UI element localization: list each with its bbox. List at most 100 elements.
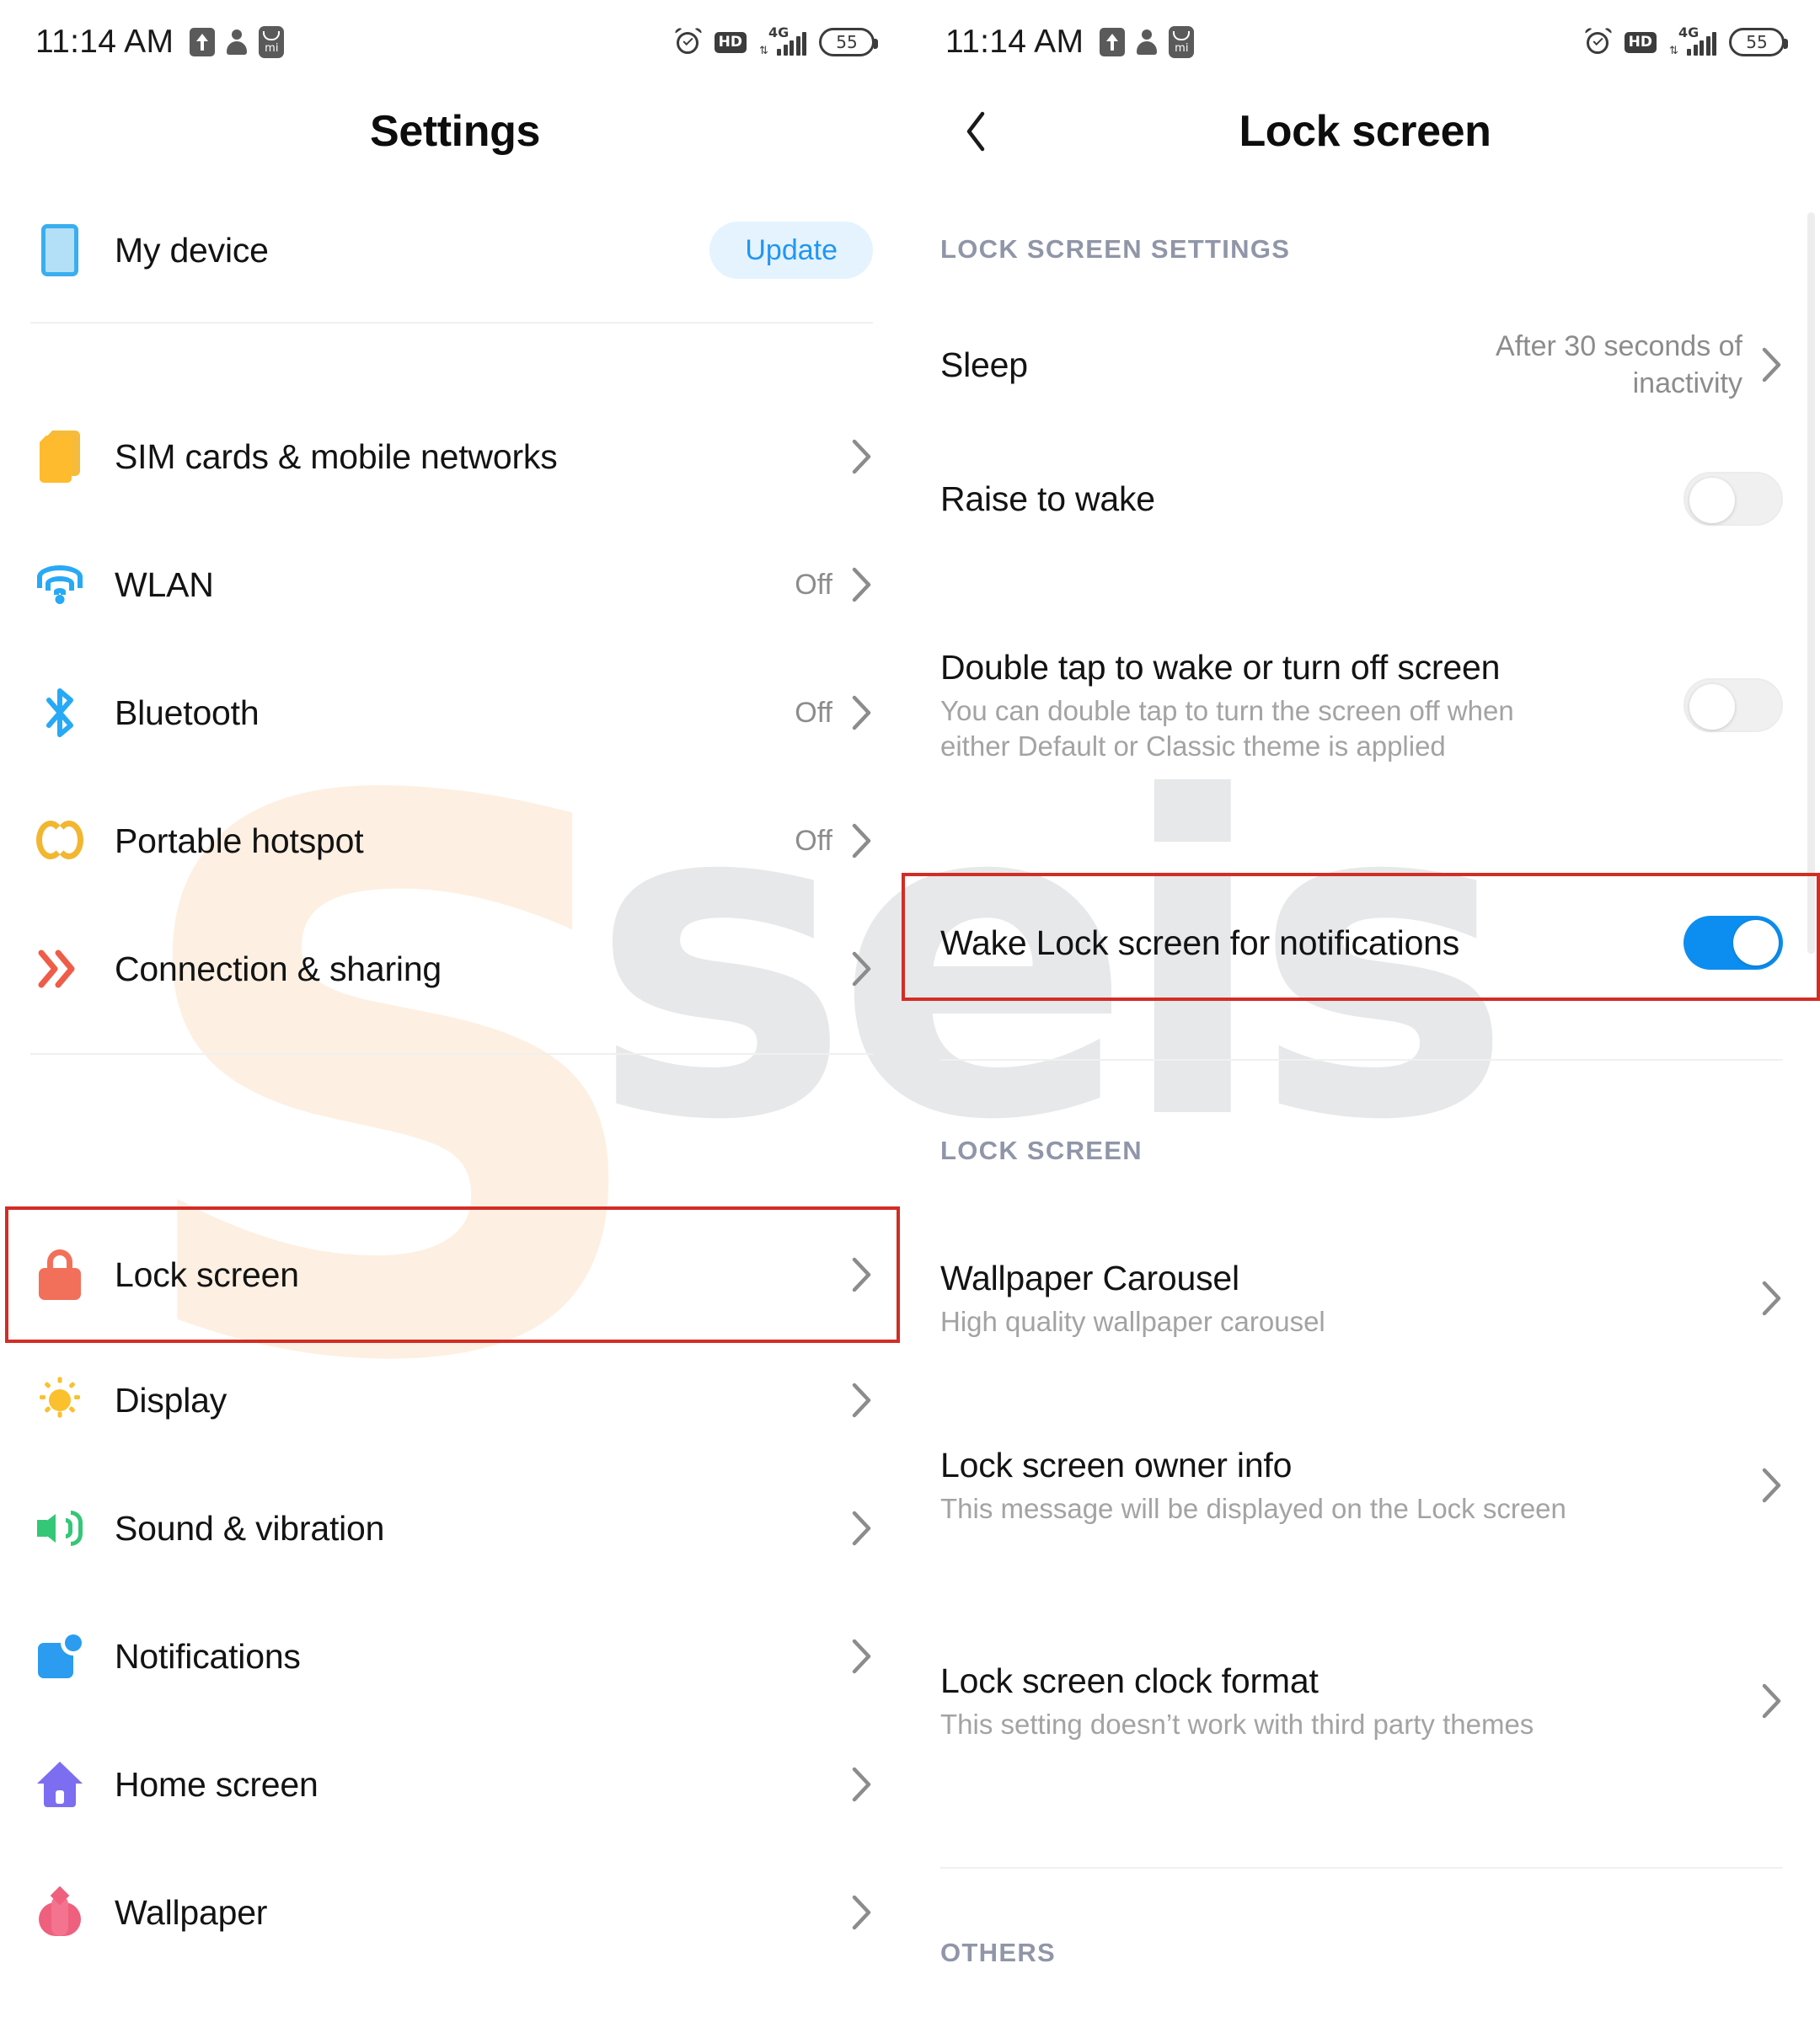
bluetooth-icon [30,687,89,739]
sidebar-item-label: Display [115,1380,228,1420]
divider [940,1059,1783,1061]
chevron-right-icon [851,695,873,730]
sidebar-item-sound-vibration[interactable]: Sound & vibration [0,1464,910,1592]
sidebar-item-label: Lock screen [115,1254,299,1294]
row-subtitle: This setting doesn’t work with third par… [940,1709,1534,1741]
chevron-right-icon [1761,1281,1783,1316]
settings-panel: 11:14 AM mi HD 4G ⇅ 55 Settings My devic… [0,0,910,2022]
row-title: Wake Lock screen for notifications [940,923,1460,962]
sidebar-item-my-device[interactable]: My device Update [0,179,910,322]
device-icon [30,224,89,276]
sidebar-item-label: WLAN [115,564,214,604]
scrollbar[interactable] [1807,212,1815,954]
lock-screen-title-bar: Lock screen [910,84,1820,179]
hd-icon: HD [714,31,747,53]
toggle-raise-to-wake[interactable] [1684,472,1783,526]
mi-account-icon: mi [259,26,285,58]
back-chevron-icon[interactable] [957,111,994,152]
row-subtitle: High quality wallpaper carousel [940,1306,1325,1338]
sidebar-item-value: Off [795,824,832,857]
sidebar-item-label: Sound & vibration [115,1508,385,1548]
person-icon [226,28,248,56]
sidebar-item-display[interactable]: Display [0,1336,910,1464]
sidebar-item-label: Connection & sharing [115,949,442,988]
sidebar-item-wlan[interactable]: WLAN Off [0,521,910,649]
chevron-right-icon [851,1383,873,1418]
status-bar-right: 11:14 AM mi HD 4G ⇅ 55 [910,0,1820,84]
settings-row-wallpaper-carousel[interactable]: Wallpaper Carousel High quality wallpape… [910,1235,1820,1361]
sidebar-item-value: Off [795,696,832,729]
chevron-right-icon [851,1767,873,1802]
row-subtitle: You can double tap to turn the screen of… [940,695,1514,762]
settings-row-sleep[interactable]: Sleep After 30 seconds of inactivity [910,310,1820,420]
sidebar-item-connection-sharing[interactable]: Connection & sharing [0,905,910,1033]
alarm-icon [1583,26,1613,56]
row-title: Raise to wake [940,479,1155,518]
row-title: Sleep [940,345,1028,384]
sidebar-item-home-screen[interactable]: Home screen [0,1720,910,1848]
status-time: 11:14 AM [945,24,1084,60]
sun-icon [30,1377,89,1424]
sidebar-item-label: SIM cards & mobile networks [115,436,558,476]
connection-icon [30,947,89,991]
sidebar-item-wallpaper[interactable]: Wallpaper [0,1848,910,1977]
sidebar-item-label: Notifications [115,1636,301,1676]
home-icon [30,1762,89,1807]
lock-icon [30,1249,89,1300]
page-title: Lock screen [1239,107,1491,156]
hotspot-icon [30,821,89,861]
sim-icon [30,431,89,483]
battery-icon: 55 [819,28,878,56]
divider [30,322,873,324]
divider [30,1053,873,1055]
sidebar-item-bluetooth[interactable]: Bluetooth Off [0,649,910,777]
section-heading-others: OTHERS [940,1938,1056,1967]
wallpaper-icon [30,1886,89,1936]
notification-icon [30,1634,89,1678]
row-subtitle: This message will be displayed on the Lo… [940,1493,1566,1525]
sidebar-item-label: Bluetooth [115,693,260,732]
chevron-right-icon [1761,1683,1783,1719]
sidebar-item-portable-hotspot[interactable]: Portable hotspot Off [0,777,910,905]
sidebar-item-lock-screen[interactable]: Lock screen [0,1213,910,1336]
toggle-double-tap[interactable] [1684,678,1783,732]
chevron-right-icon [851,567,873,602]
settings-row-raise-to-wake[interactable]: Raise to wake [910,448,1820,549]
settings-row-double-tap[interactable]: Double tap to wake or turn off screen Yo… [910,600,1820,810]
chevron-right-icon [1761,1468,1783,1503]
chevron-right-icon [851,1257,873,1292]
row-value: After 30 seconds of inactivity [1496,329,1742,399]
signal-icon: 4G ⇅ [759,24,806,58]
settings-row-clock-format[interactable]: Lock screen clock format This setting do… [910,1623,1820,1779]
row-title: Double tap to wake or turn off screen [940,648,1501,687]
wifi-icon [30,565,89,604]
sidebar-item-label: Portable hotspot [115,821,364,860]
update-button[interactable]: Update [709,222,873,279]
page-title: Settings [370,107,540,156]
sidebar-item-sim-cards[interactable]: SIM cards & mobile networks [0,393,910,521]
chevron-right-icon [851,439,873,474]
status-bar-left: 11:14 AM mi HD 4G ⇅ 55 [0,0,910,84]
sidebar-item-value: Off [795,568,832,601]
divider [940,1867,1783,1869]
chevron-right-icon [851,951,873,987]
section-heading-lock-screen: LOCK SCREEN [940,1136,1143,1165]
hd-icon: HD [1624,31,1657,53]
sidebar-item-label: Home screen [115,1764,318,1804]
toggle-wake-lock-screen[interactable] [1684,916,1783,970]
sidebar-item-notifications[interactable]: Notifications [0,1592,910,1720]
sidebar-item-label: Wallpaper [115,1892,268,1932]
chevron-right-icon [851,823,873,859]
row-title: Lock screen owner info [940,1446,1293,1485]
sidebar-item-label: My device [115,230,269,270]
app-screenshot: S seis 11:14 AM mi HD 4G ⇅ 55 Settings M… [0,0,1820,2022]
alarm-icon [673,26,703,56]
settings-row-wake-lock-screen[interactable]: Wake Lock screen for notifications [910,879,1820,1007]
person-icon [1136,28,1158,56]
row-title: Wallpaper Carousel [940,1259,1239,1298]
row-title: Lock screen clock format [940,1661,1319,1701]
upload-icon [1100,28,1126,56]
speaker-icon [30,1506,89,1550]
settings-row-owner-info[interactable]: Lock screen owner info This message will… [910,1407,1820,1564]
status-time: 11:14 AM [35,24,174,60]
